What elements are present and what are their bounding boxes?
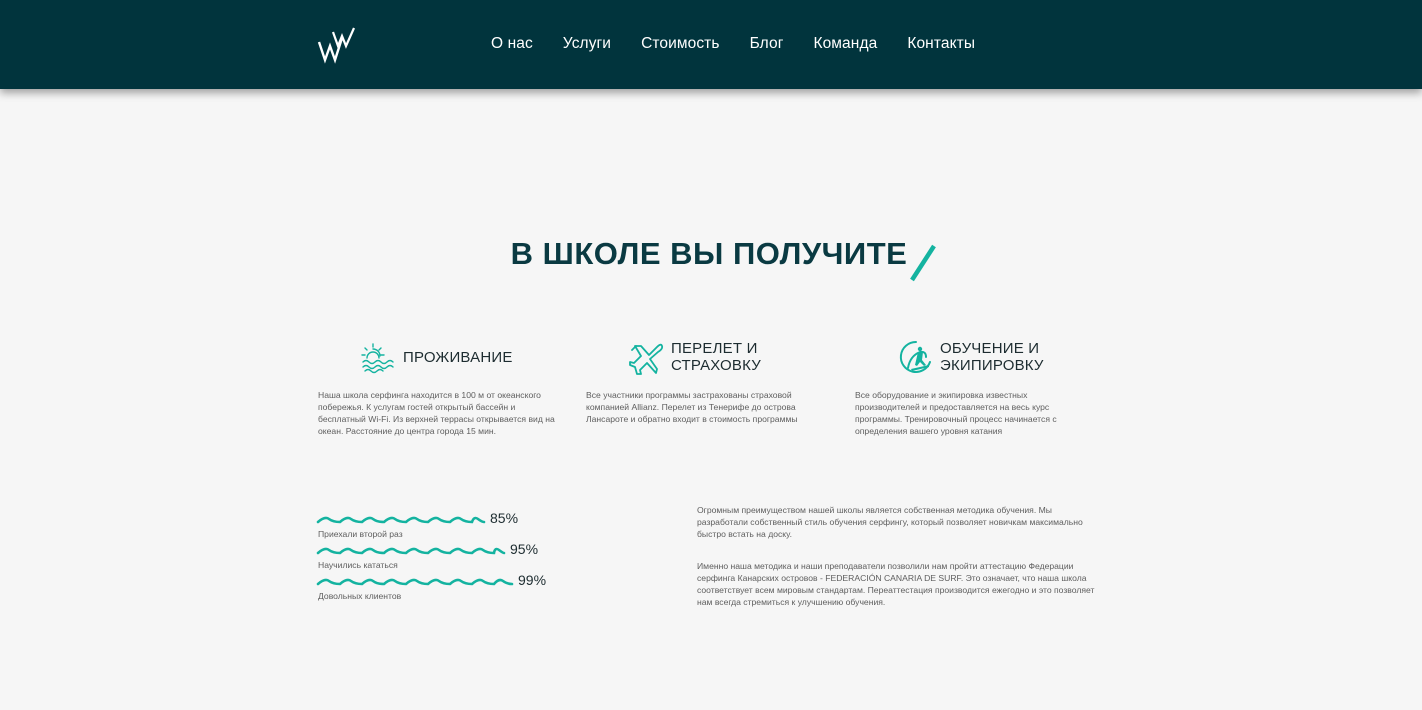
stat-label: Приехали второй раз <box>318 529 403 539</box>
stat-percent: 99% <box>518 572 547 588</box>
stat-satisfied: 99% Довольных клиентов <box>316 570 576 601</box>
nav-about[interactable]: О нас <box>491 35 533 53</box>
feature-description: Все оборудование и экипировка известных … <box>855 390 1057 436</box>
stat-learned: 95% Научились кататься <box>316 539 576 570</box>
feature-description: Наша школа серфинга находится в 100 м от… <box>318 390 555 436</box>
about-paragraph-2: Именно наша методика и наши преподавател… <box>697 561 1095 607</box>
wave-bar-fill <box>316 516 486 524</box>
feature-title: ОБУЧЕНИЕ И ЭКИПИРОВКУ <box>940 340 1044 374</box>
section-title: В ШКОЛЕ ВЫ ПОЛУЧИТЕ <box>510 236 908 271</box>
feature-flight-insurance: ПЕРЕЛЕТ И СТРАХОВКУ Все участники програ… <box>586 337 867 424</box>
wave-bar-fill <box>316 547 506 555</box>
airplane-icon <box>629 343 664 375</box>
nav-team[interactable]: Команда <box>813 35 877 53</box>
nav-pricing[interactable]: Стоимость <box>641 35 720 53</box>
feature-title-line1: ОБУЧЕНИЕ И <box>940 340 1040 357</box>
feature-title: ПРОЖИВАНИЕ <box>403 349 513 366</box>
main-nav: О нас Услуги Стоимость Блог Команда Конт… <box>491 35 1005 53</box>
feature-title-line1: ПРОЖИВАНИЕ <box>403 348 513 366</box>
stat-label: Довольных клиентов <box>318 591 402 601</box>
wave-bar-fill <box>316 578 514 586</box>
feature-accommodation: ПРОЖИВАНИЕ Наша школа серфинга находится… <box>318 337 599 436</box>
feature-title-line2: ЭКИПИРОВКУ <box>940 357 1044 374</box>
feature-title: ПЕРЕЛЕТ И СТРАХОВКУ <box>671 340 761 374</box>
feature-title-line1: ПЕРЕЛЕТ И <box>671 340 758 357</box>
nav-services[interactable]: Услуги <box>563 35 611 53</box>
nav-blog[interactable]: Блог <box>750 35 784 53</box>
stat-returned: 85% Приехали второй раз <box>316 508 576 539</box>
feature-title-line2: СТРАХОВКУ <box>671 357 761 374</box>
nav-contacts[interactable]: Контакты <box>907 35 975 53</box>
stat-percent: 95% <box>510 541 539 557</box>
sun-waves-icon <box>361 343 394 374</box>
logo-icon[interactable] <box>316 26 362 66</box>
wave-bar-icon <box>316 516 486 524</box>
feature-description: Все участники программы застрахованы стр… <box>586 390 798 424</box>
stat-label: Научились кататься <box>318 560 398 570</box>
site-header: О нас Услуги Стоимость Блог Команда Конт… <box>0 0 1422 89</box>
feature-training-equipment: ОБУЧЕНИЕ И ЭКИПИРОВКУ Все оборудование и… <box>855 337 1136 436</box>
about-paragraph-1: Огромным преимуществом нашей школы являе… <box>697 505 1083 539</box>
stat-percent: 85% <box>490 510 519 526</box>
surfer-wave-icon <box>899 340 931 373</box>
slash-accent-icon <box>910 244 936 282</box>
section-heading-wrap: В ШКОЛЕ ВЫ ПОЛУЧИТЕ <box>0 236 1422 272</box>
